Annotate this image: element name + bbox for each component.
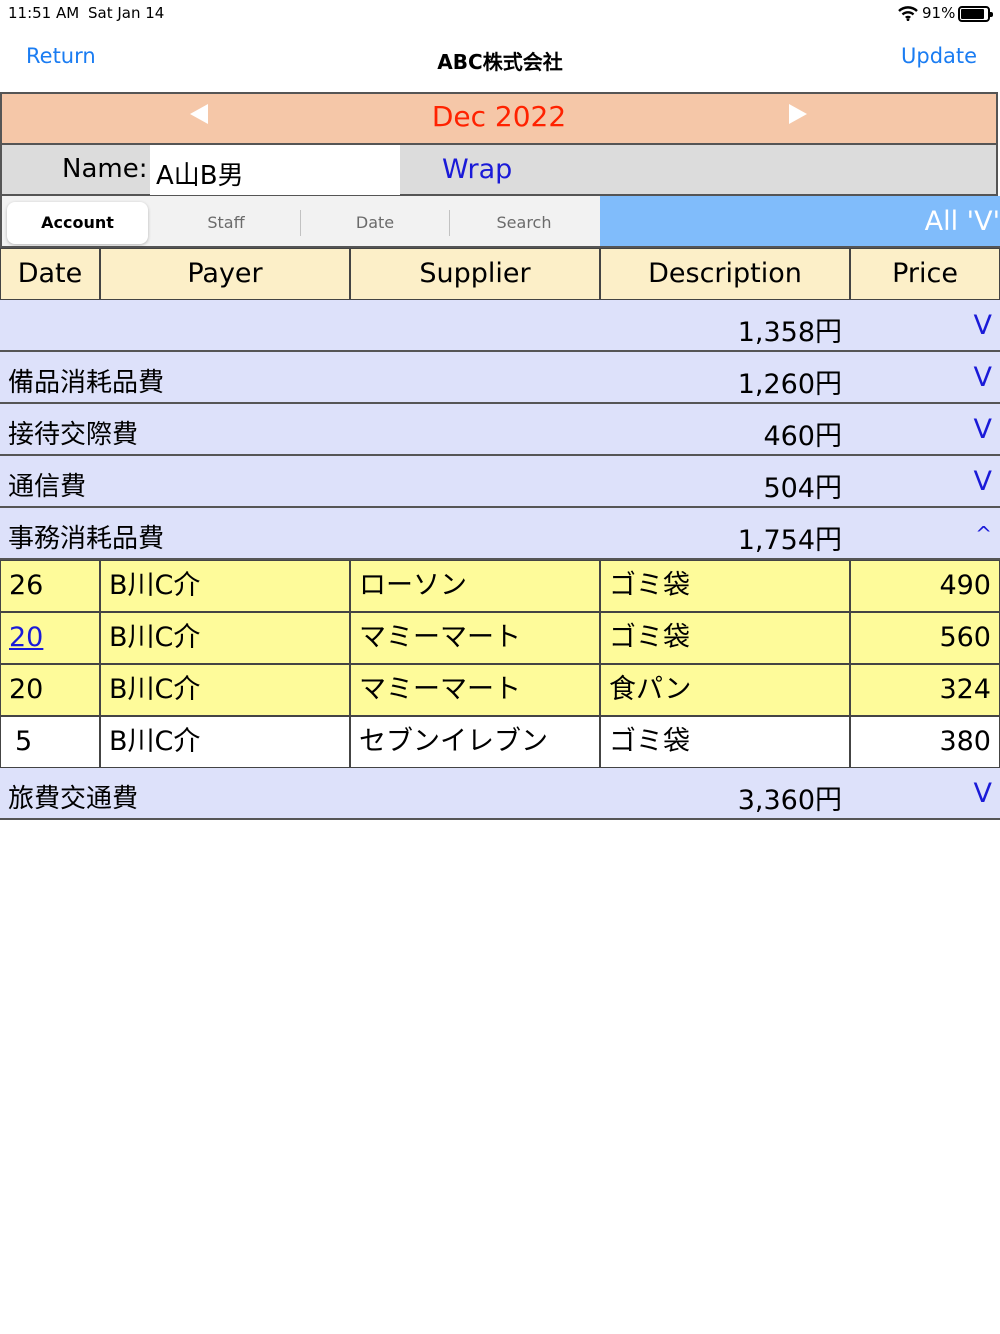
expand-toggle-icon[interactable]: V — [974, 362, 992, 393]
group-row[interactable] — [0, 768, 1000, 820]
group-row[interactable] — [0, 404, 1000, 456]
column-header-payer[interactable]: Payer — [100, 248, 350, 300]
detail-description: ゴミ袋 — [600, 612, 850, 664]
detail-date[interactable]: 20 — [9, 622, 43, 653]
detail-price: 560 — [850, 612, 1000, 664]
column-header-description[interactable]: Description — [600, 248, 850, 300]
detail-payer: B川C介 — [100, 664, 350, 716]
group-amount: 504円 — [763, 473, 842, 504]
filter-all-v-label[interactable]: All 'V' — [925, 206, 1000, 237]
detail-payer: B川C介 — [100, 716, 350, 768]
column-header-supplier[interactable]: Supplier — [350, 248, 600, 300]
group-name: 接待交際費 — [8, 420, 139, 450]
group-name: 備品消耗品費 — [8, 368, 165, 398]
detail-description: 食パン — [600, 664, 850, 716]
name-label: Name: — [62, 154, 148, 184]
detail-date: 20 — [0, 664, 100, 716]
detail-supplier: マミーマート — [350, 664, 600, 716]
battery-icon — [958, 6, 993, 22]
column-header-date[interactable]: Date — [0, 248, 100, 300]
detail-payer: B川C介 — [100, 560, 350, 612]
collapse-toggle-icon[interactable]: ^ — [975, 522, 992, 546]
page-title: ABC株式会社 — [437, 50, 563, 74]
expand-toggle-icon[interactable]: V — [974, 414, 992, 445]
detail-date: 26 — [0, 560, 100, 612]
group-name: 旅費交通費 — [8, 784, 139, 814]
detail-description: ゴミ袋 — [600, 716, 850, 768]
name-field[interactable]: A山B男 — [150, 145, 400, 195]
wrap-button[interactable]: Wrap — [442, 154, 512, 185]
detail-date-link[interactable]: 20 — [0, 612, 100, 664]
month-label: Dec 2022 — [431, 100, 567, 133]
segment-account[interactable]: Account — [7, 202, 148, 244]
expand-toggle-icon[interactable]: V — [974, 778, 992, 809]
expand-toggle-icon[interactable]: V — [974, 310, 992, 341]
group-amount: 1,260円 — [737, 369, 842, 400]
detail-date: 5 — [0, 716, 100, 768]
wifi-icon — [898, 6, 918, 21]
group-row[interactable] — [0, 300, 1000, 352]
column-header-price[interactable]: Price — [850, 248, 1000, 300]
detail-description: ゴミ袋 — [600, 560, 850, 612]
group-amount: 1,358円 — [737, 317, 842, 348]
next-month-arrow-icon[interactable] — [789, 104, 807, 124]
group-name: 通信費 — [8, 472, 87, 502]
status-bar: 11:51 AM Sat Jan 14 91% — [0, 0, 1000, 28]
update-button[interactable]: Update — [901, 44, 977, 68]
status-date: Sat Jan 14 — [88, 4, 165, 22]
segment-staff[interactable]: Staff — [152, 202, 300, 244]
detail-payer: B川C介 — [100, 612, 350, 664]
detail-supplier: マミーマート — [350, 612, 600, 664]
group-amount: 3,360円 — [737, 785, 842, 816]
detail-supplier: セブンイレブン — [350, 716, 600, 768]
status-time: 11:51 AM — [8, 4, 80, 22]
segment-date[interactable]: Date — [301, 202, 449, 244]
group-row[interactable] — [0, 456, 1000, 508]
detail-price: 380 — [850, 716, 1000, 768]
expand-toggle-icon[interactable]: V — [974, 466, 992, 497]
segment-search[interactable]: Search — [450, 202, 598, 244]
detail-price: 324 — [850, 664, 1000, 716]
group-amount: 460円 — [763, 421, 842, 452]
group-name: 事務消耗品費 — [8, 524, 165, 554]
battery-percent: 91% — [922, 4, 956, 22]
group-amount: 1,754円 — [737, 525, 842, 556]
detail-supplier: ローソン — [350, 560, 600, 612]
detail-price: 490 — [850, 560, 1000, 612]
